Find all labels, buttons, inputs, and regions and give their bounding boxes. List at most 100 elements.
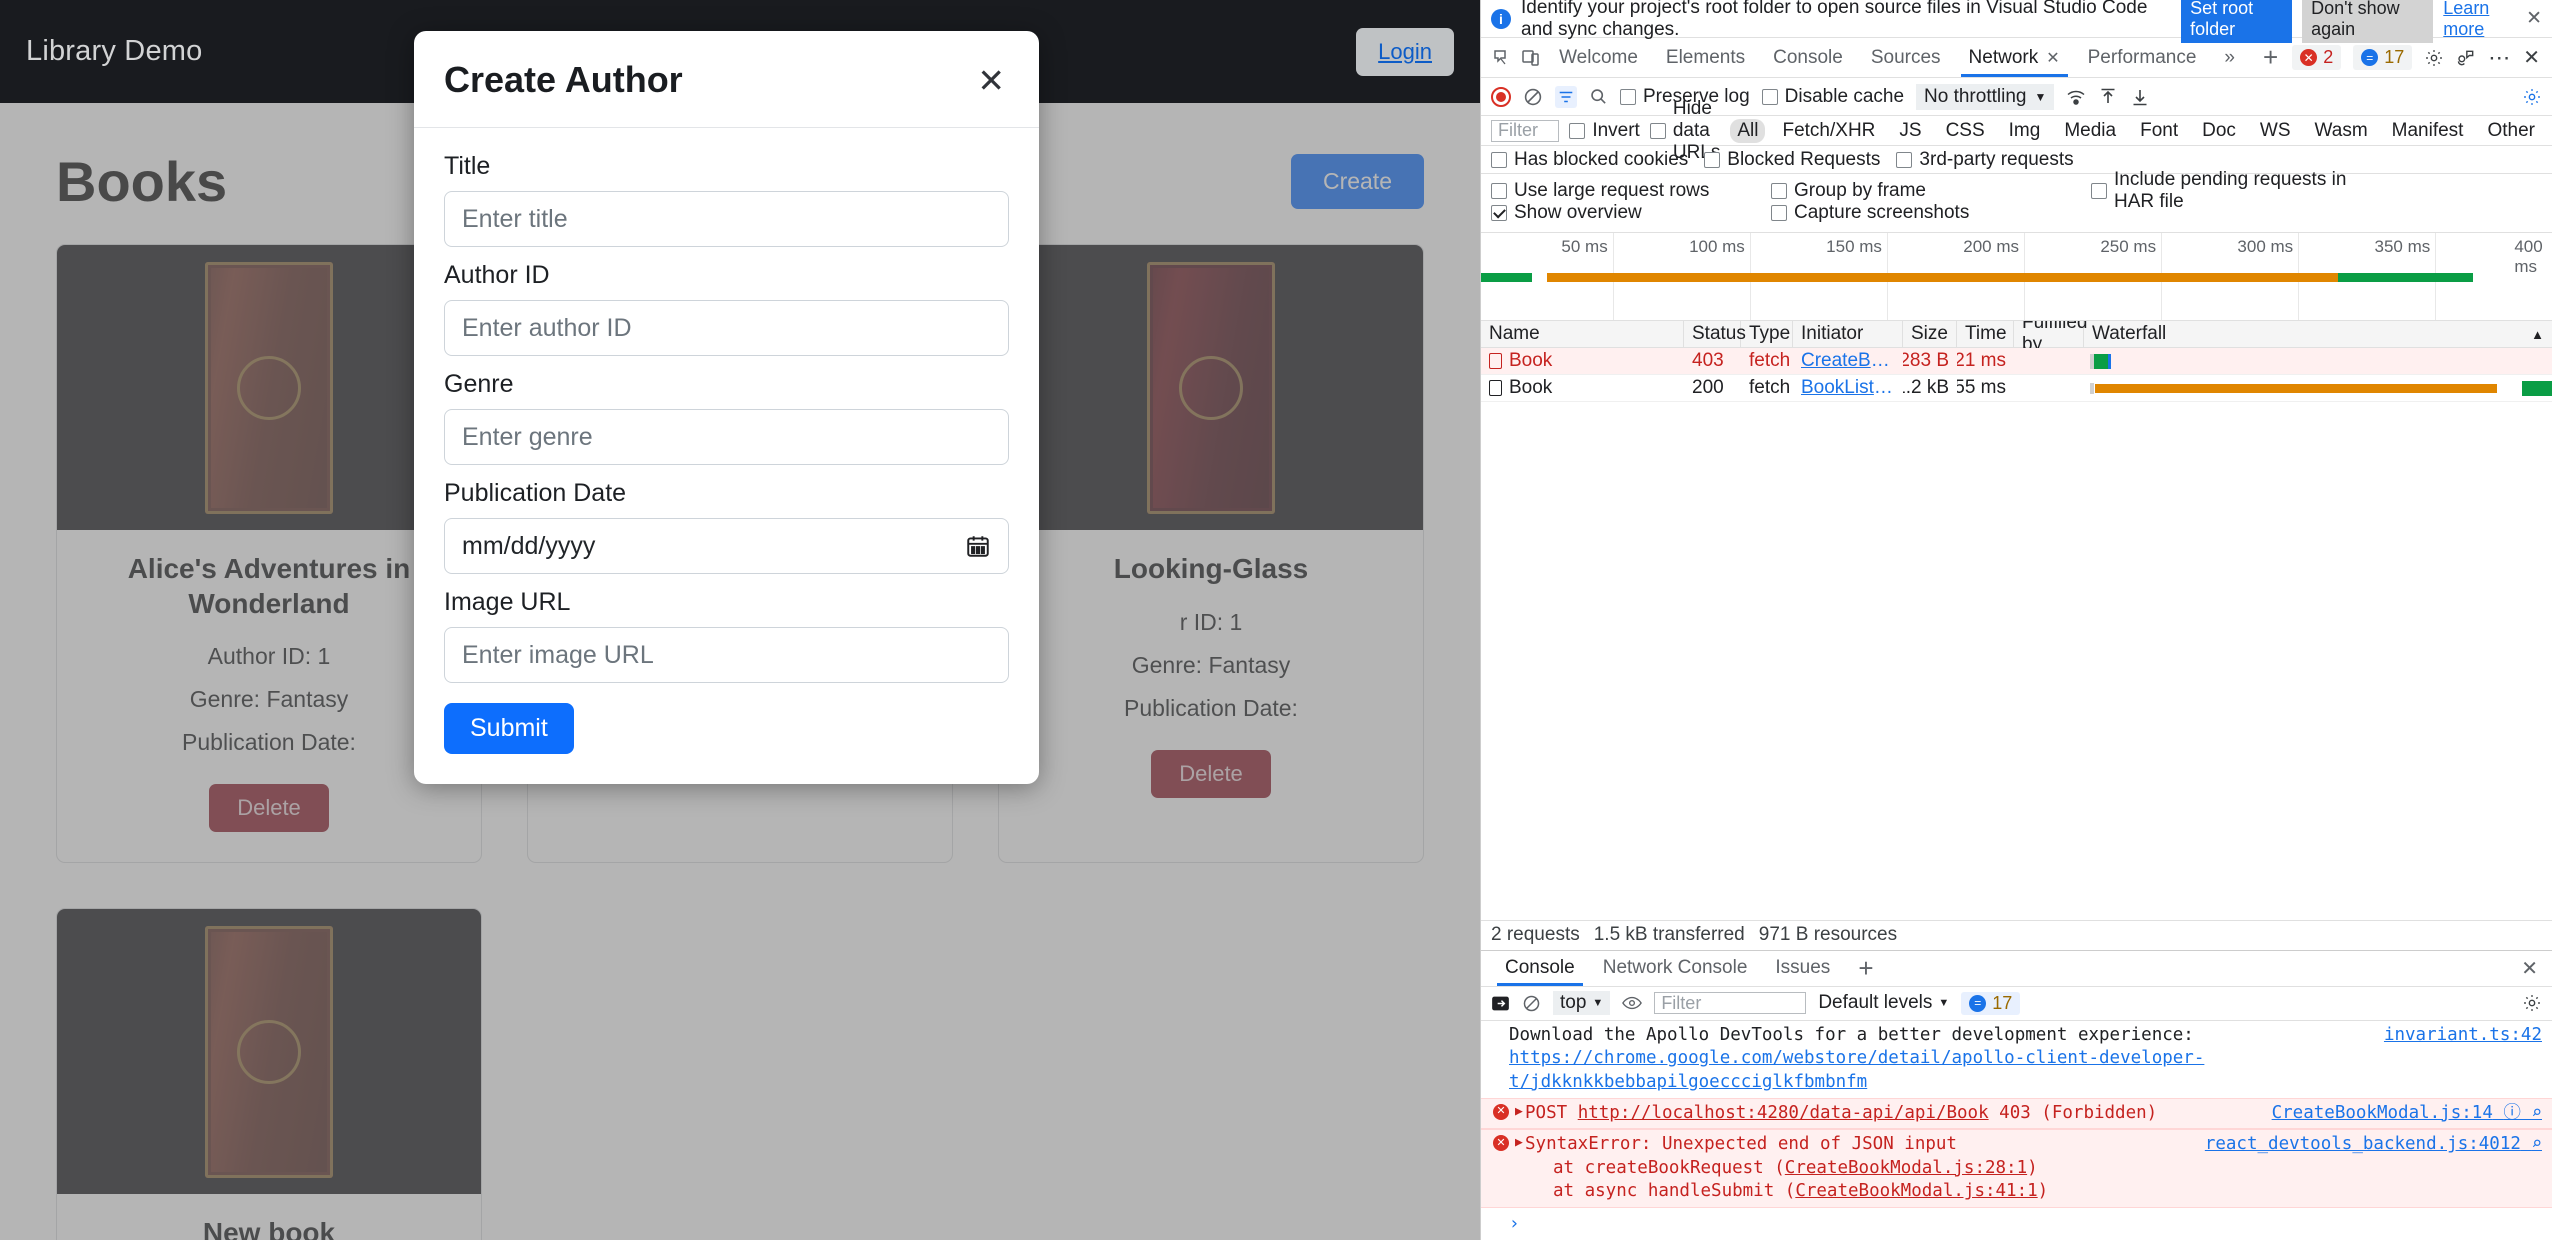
- type-filter-wasm[interactable]: Wasm: [2308, 119, 2375, 143]
- customize-devtools-icon[interactable]: [2456, 48, 2476, 68]
- has-blocked-cookies-checkbox[interactable]: Has blocked cookies: [1491, 149, 1688, 171]
- device-toolbar-icon[interactable]: [1516, 38, 1545, 77]
- drawer-tab-issues[interactable]: Issues: [1761, 951, 1844, 986]
- error-url[interactable]: http://localhost:4280/data-api/api/Book: [1578, 1103, 1989, 1123]
- invert-checkbox[interactable]: Invert: [1569, 120, 1640, 142]
- clear-console-icon[interactable]: [1522, 994, 1541, 1013]
- type-filter-fetch-xhr[interactable]: Fetch/XHR: [1775, 119, 1882, 143]
- column-status[interactable]: Status: [1684, 321, 1741, 347]
- cell-initiator[interactable]: CreateBookModa...: [1793, 348, 1903, 374]
- type-filter-other[interactable]: Other: [2480, 119, 2542, 143]
- warning-count-badge[interactable]: =17: [2353, 45, 2412, 70]
- type-filter-css[interactable]: CSS: [1939, 119, 1992, 143]
- show-overview-checkbox[interactable]: Show overview: [1491, 202, 1771, 224]
- author-id-input[interactable]: Enter author ID: [444, 300, 1009, 356]
- add-tab-icon[interactable]: +: [2249, 38, 2292, 77]
- calendar-icon[interactable]: [965, 533, 991, 559]
- stack-link[interactable]: CreateBookModal.js:28:1: [1785, 1158, 2027, 1178]
- search-icon[interactable]: [1589, 87, 1608, 106]
- console-filter-input[interactable]: Filter: [1654, 992, 1806, 1014]
- initiator-link[interactable]: BookList.js:15: [1801, 377, 1895, 399]
- console-settings-icon[interactable]: [2522, 993, 2542, 1013]
- tab-network[interactable]: Network✕: [1955, 38, 2074, 77]
- third-party-requests-checkbox[interactable]: 3rd-party requests: [1896, 149, 2073, 171]
- record-icon[interactable]: [1491, 87, 1511, 107]
- sidebar-toggle-icon[interactable]: [1491, 994, 1510, 1013]
- use-large-request-rows-checkbox[interactable]: Use large request rows: [1491, 180, 1771, 202]
- tab-performance[interactable]: Performance: [2074, 38, 2211, 77]
- export-har-icon[interactable]: [2130, 87, 2150, 107]
- genre-input[interactable]: Enter genre: [444, 409, 1009, 465]
- settings-gear-icon[interactable]: [2424, 48, 2444, 68]
- drawer-tab-console[interactable]: Console: [1491, 951, 1589, 986]
- publication-date-input[interactable]: mm/dd/yyyy: [444, 518, 1009, 574]
- tab-close-icon[interactable]: ✕: [2046, 48, 2059, 68]
- tab-sources[interactable]: Sources: [1857, 38, 1955, 77]
- type-filter-doc[interactable]: Doc: [2195, 119, 2243, 143]
- console-source-link[interactable]: react_devtools_backend.js:4012 ⌕: [2205, 1133, 2542, 1157]
- network-settings-icon[interactable]: [2522, 87, 2542, 107]
- type-filter-ws[interactable]: WS: [2253, 119, 2298, 143]
- banner-close-icon[interactable]: ✕: [2526, 7, 2542, 30]
- type-filter-js[interactable]: JS: [1892, 119, 1928, 143]
- column-waterfall[interactable]: Waterfall ▲: [2084, 321, 2552, 347]
- type-filter-font[interactable]: Font: [2133, 119, 2185, 143]
- clear-icon[interactable]: [1523, 87, 1543, 107]
- console-source-link[interactable]: CreateBookModal.js:14 ⓘ ⌕: [2272, 1102, 2542, 1126]
- table-row[interactable]: Book 200 fetch BookList.js:15 1.2 kB 355…: [1481, 375, 2552, 402]
- dont-show-again-button[interactable]: Don't show again: [2302, 0, 2433, 43]
- expand-arrow-icon[interactable]: ▶: [1515, 1134, 1523, 1152]
- column-name[interactable]: Name: [1481, 321, 1684, 347]
- expand-arrow-icon[interactable]: ▶: [1515, 1103, 1523, 1121]
- drawer-add-tab-icon[interactable]: +: [1844, 951, 1887, 986]
- type-filter-all[interactable]: All: [1730, 119, 1765, 143]
- throttling-select[interactable]: No throttling▼: [1916, 84, 2054, 110]
- drawer-close-icon[interactable]: ✕: [2507, 951, 2552, 986]
- column-initiator[interactable]: Initiator: [1793, 321, 1903, 347]
- console-source-link[interactable]: invariant.ts:42: [2384, 1024, 2542, 1048]
- network-filter-input[interactable]: Filter: [1491, 120, 1559, 142]
- set-root-folder-button[interactable]: Set root folder: [2181, 0, 2292, 43]
- column-type[interactable]: Type: [1741, 321, 1793, 347]
- column-fulfilled-by[interactable]: Fulfilled by: [2014, 321, 2084, 347]
- more-options-icon[interactable]: ⋯: [2488, 45, 2511, 71]
- group-by-frame-checkbox[interactable]: Group by frame: [1771, 180, 2091, 202]
- blocked-requests-checkbox[interactable]: Blocked Requests: [1704, 149, 1880, 171]
- include-pending-requests-checkbox[interactable]: Include pending requests in HAR file: [2091, 169, 2371, 213]
- tab-elements[interactable]: Elements: [1652, 38, 1759, 77]
- import-har-icon[interactable]: [2098, 87, 2118, 107]
- stack-link[interactable]: CreateBookModal.js:41:1: [1795, 1181, 2037, 1201]
- filter-icon[interactable]: [1555, 86, 1577, 108]
- network-overview[interactable]: 50 ms 100 ms 150 ms 200 ms 250 ms 300 ms…: [1481, 233, 2552, 321]
- type-filter-media[interactable]: Media: [2057, 119, 2123, 143]
- console-message-error[interactable]: ✕ ▶ react_devtools_backend.js:4012 ⌕ Syn…: [1481, 1129, 2552, 1208]
- console-eye-icon[interactable]: [1622, 993, 1642, 1013]
- close-icon[interactable]: ✕: [973, 64, 1009, 97]
- submit-button[interactable]: Submit: [444, 703, 574, 754]
- login-button[interactable]: Login: [1356, 28, 1454, 76]
- more-tabs-icon[interactable]: »: [2210, 38, 2249, 77]
- tab-console[interactable]: Console: [1759, 38, 1857, 77]
- column-time[interactable]: Time: [1957, 321, 2014, 347]
- drawer-tab-network-console[interactable]: Network Console: [1589, 951, 1762, 986]
- disable-cache-checkbox[interactable]: Disable cache: [1762, 86, 1904, 108]
- learn-more-link[interactable]: Learn more: [2443, 0, 2514, 40]
- network-conditions-icon[interactable]: [2066, 87, 2086, 107]
- error-count-badge[interactable]: ✕2: [2292, 45, 2341, 70]
- column-size[interactable]: Size: [1903, 321, 1957, 347]
- image-url-input[interactable]: Enter image URL: [444, 627, 1009, 683]
- console-message-error[interactable]: ✕ ▶ CreateBookModal.js:14 ⓘ ⌕ POST http:…: [1481, 1098, 2552, 1130]
- tab-welcome[interactable]: Welcome: [1545, 38, 1652, 77]
- console-prompt[interactable]: ›: [1481, 1208, 2552, 1240]
- console-context-select[interactable]: top▼: [1553, 991, 1610, 1015]
- console-levels-select[interactable]: Default levels▼: [1818, 992, 1949, 1014]
- type-filter-img[interactable]: Img: [2002, 119, 2048, 143]
- console-message-link[interactable]: https://chrome.google.com/webstore/detai…: [1509, 1048, 2204, 1092]
- cell-initiator[interactable]: BookList.js:15: [1793, 375, 1903, 401]
- initiator-link[interactable]: CreateBookModa...: [1801, 350, 1895, 372]
- type-filter-manifest[interactable]: Manifest: [2385, 119, 2471, 143]
- capture-screenshots-checkbox[interactable]: Capture screenshots: [1771, 202, 2091, 224]
- devtools-close-icon[interactable]: ✕: [2523, 45, 2540, 70]
- inspect-element-icon[interactable]: [1487, 38, 1516, 77]
- title-input[interactable]: Enter title: [444, 191, 1009, 247]
